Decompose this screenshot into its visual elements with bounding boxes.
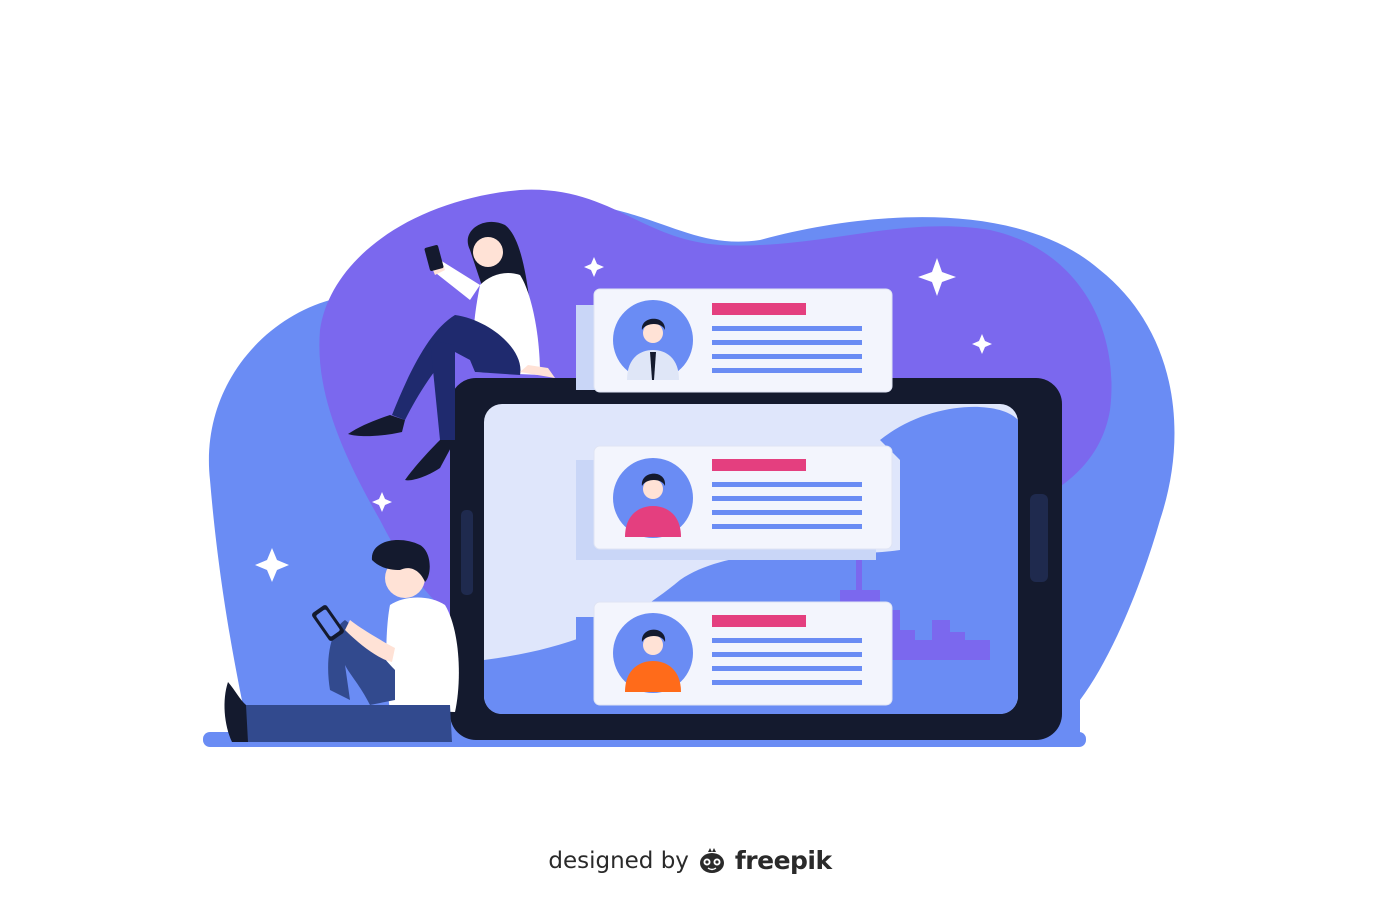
freepik-logo-icon bbox=[699, 847, 724, 873]
profile-card-3 bbox=[576, 601, 893, 706]
card-title-bar bbox=[712, 303, 806, 315]
tablet-side-button-right bbox=[1030, 494, 1048, 582]
profile-card-1 bbox=[576, 288, 893, 393]
credit-prefix: designed by bbox=[548, 847, 689, 874]
card-line bbox=[712, 482, 862, 487]
card-line bbox=[712, 496, 862, 501]
card-line bbox=[712, 638, 862, 643]
card-line bbox=[712, 652, 862, 657]
illustration bbox=[203, 189, 1175, 747]
card-line bbox=[712, 666, 862, 671]
card-line bbox=[712, 510, 862, 515]
illustration-stage bbox=[0, 0, 1380, 920]
card-line bbox=[712, 340, 862, 345]
card-title-bar bbox=[712, 459, 806, 471]
card-line bbox=[712, 354, 862, 359]
card-title-bar bbox=[712, 615, 806, 627]
credit-line: designed by freepik bbox=[0, 846, 1380, 875]
profile-card-2 bbox=[576, 445, 893, 560]
tablet-side-button-left bbox=[461, 510, 473, 595]
card-line bbox=[712, 524, 862, 529]
card-line bbox=[712, 680, 862, 685]
credit-brand: freepik bbox=[734, 846, 832, 875]
card-line bbox=[712, 326, 862, 331]
card-line bbox=[712, 368, 862, 373]
